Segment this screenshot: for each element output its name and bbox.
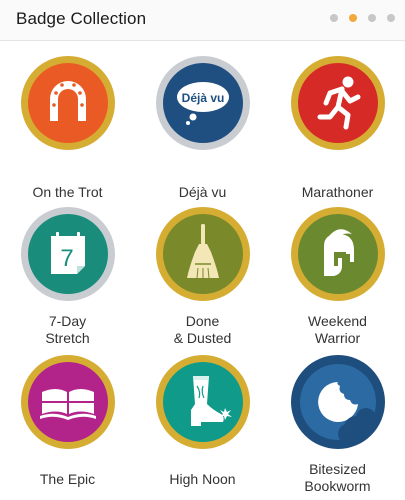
page-dot-2[interactable] (349, 14, 357, 22)
runner-icon (290, 55, 386, 151)
badge-label: Déjà vu (178, 184, 227, 200)
speech-bubble-text: Déjà vu (181, 91, 224, 105)
spartan-helmet-icon (290, 206, 386, 302)
page-indicator (330, 14, 395, 22)
speech-bubble-icon: Déjà vu (155, 55, 251, 151)
badge-label: The Epic (39, 471, 96, 487)
badge-label: Done & Dusted (173, 313, 232, 346)
badge-label: Bitesized Bookworm (304, 461, 371, 494)
broom-icon (155, 206, 251, 302)
page-dot-3[interactable] (368, 14, 376, 22)
open-book-icon (20, 354, 116, 450)
badge-label: High Noon (169, 471, 236, 487)
app-window: Badge Collection On the Trot Déjà vu Déj… (0, 0, 405, 500)
calendar-icon: 7 (20, 206, 116, 302)
badge-label: Weekend Warrior (308, 313, 367, 346)
horseshoe-icon (20, 55, 116, 151)
header-bar: Badge Collection (0, 0, 405, 41)
badge-label: Marathoner (301, 184, 374, 200)
badge-label: On the Trot (32, 184, 103, 200)
cowboy-boot-icon (155, 354, 251, 450)
bitten-cookie-icon (290, 354, 386, 450)
page-dot-4[interactable] (387, 14, 395, 22)
badge-label: 7-Day Stretch (45, 313, 90, 346)
page-dot-1[interactable] (330, 14, 338, 22)
calendar-day-text: 7 (60, 245, 73, 272)
page-title: Badge Collection (16, 9, 147, 28)
